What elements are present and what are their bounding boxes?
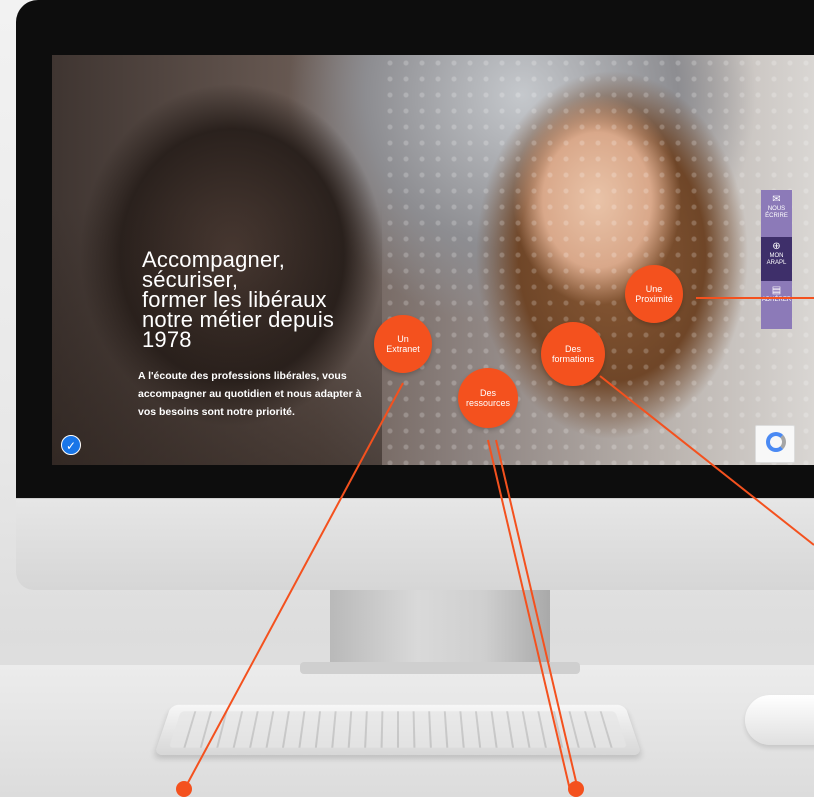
connector-endpoint-dot xyxy=(568,781,584,797)
accessibility-button[interactable]: ✓ xyxy=(61,435,81,455)
recaptcha-icon xyxy=(766,432,786,452)
hero-title: Accompagner, sécuriser, former les libér… xyxy=(142,249,402,352)
side-menu-label: NOUS xyxy=(767,206,786,212)
hero-title-line: 1978 xyxy=(142,327,192,352)
document-icon: ▤ xyxy=(771,285,782,296)
bubble-formations[interactable]: Des formations xyxy=(541,322,605,386)
side-menu-label: ÉCRIRE xyxy=(765,213,788,219)
monitor-chin xyxy=(16,498,814,590)
bubble-extranet[interactable]: Un Extranet xyxy=(374,315,432,373)
bubble-line: Un xyxy=(397,334,409,344)
recaptcha-badge[interactable] xyxy=(755,425,795,463)
side-menu-label: ADHÉRER xyxy=(761,297,792,303)
side-menu-adherer[interactable]: ▤ ADHÉRER xyxy=(761,281,792,329)
website-screen: Accompagner, sécuriser, former les libér… xyxy=(52,55,814,465)
accessibility-icon: ✓ xyxy=(65,439,77,453)
mouse xyxy=(745,695,814,745)
monitor-stand-foot xyxy=(300,662,580,674)
keyboard xyxy=(154,704,642,756)
mail-icon: ✉ xyxy=(772,194,781,205)
side-menu-nous-ecrire[interactable]: ✉ NOUS ÉCRIRE xyxy=(761,190,792,237)
side-menu-label: ARAPL xyxy=(766,260,787,266)
bubble-line: Extranet xyxy=(386,344,420,354)
bubble-proximite[interactable]: Une Proximité xyxy=(625,265,683,323)
bubble-line: Des xyxy=(479,388,496,398)
bubble-line: formations xyxy=(551,354,595,364)
side-menu-mon-arapl[interactable]: ⊕ MON ARAPL xyxy=(761,237,792,281)
monitor-stand xyxy=(330,590,550,665)
bubble-line: Proximité xyxy=(635,294,673,304)
bubble-line: ressources xyxy=(465,398,510,408)
bubble-line: Des xyxy=(564,344,581,354)
hero-subtitle: A l'écoute des professions libérales, vo… xyxy=(138,370,362,418)
connector-endpoint-dot xyxy=(176,781,192,797)
bubble-line: Une xyxy=(645,284,663,294)
bubble-ressources[interactable]: Des ressources xyxy=(458,368,518,428)
search-icon: ⊕ xyxy=(772,241,781,252)
dot-pattern-overlay xyxy=(382,55,814,465)
side-menu-label: MON xyxy=(769,253,784,259)
